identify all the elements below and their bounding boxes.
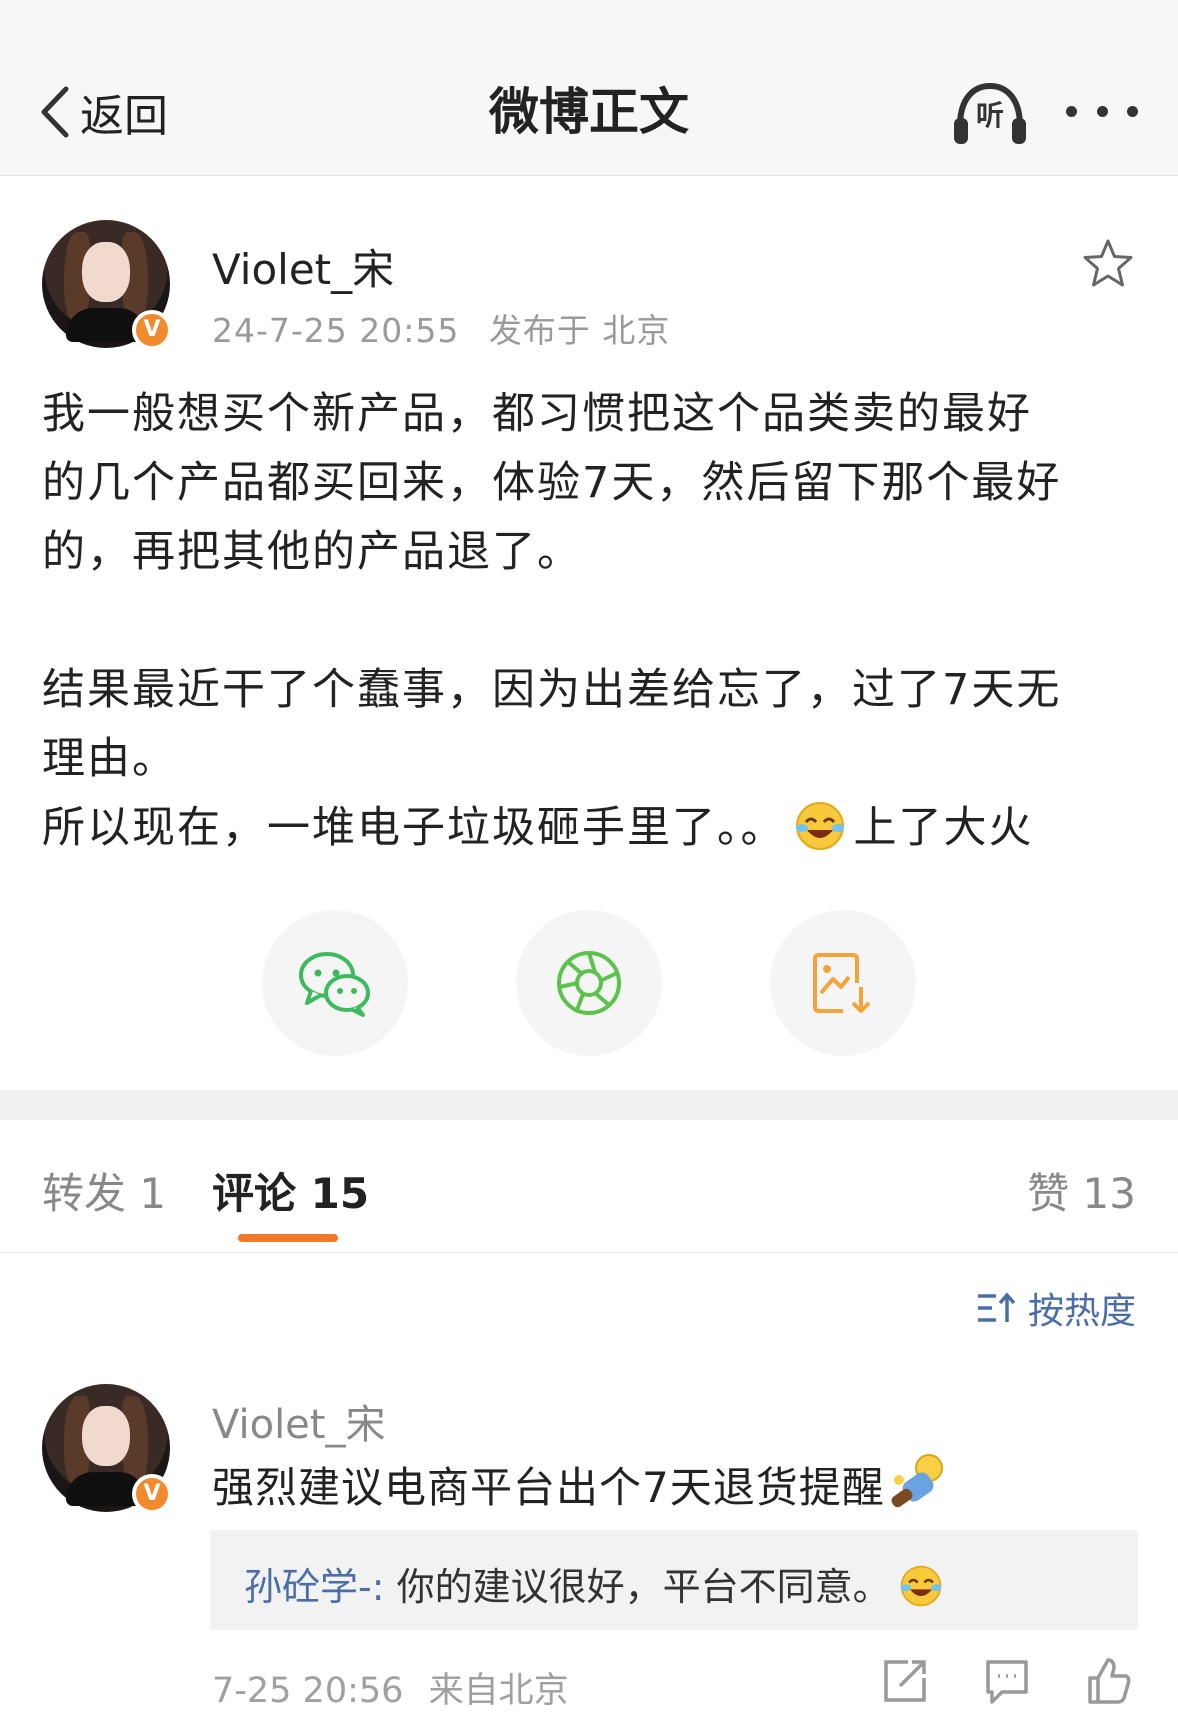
post-meta: 24-7-25 20:55 发布于 北京 (212, 304, 670, 352)
comment-bubble-icon (986, 1660, 1028, 1704)
share-out-icon (884, 1660, 926, 1702)
sort-label: 按热度 (1027, 1291, 1136, 1332)
reply-preview[interactable]: 孙砼学-: 你的建议很好，平台不同意。 (210, 1530, 1138, 1630)
tab-repost[interactable]: 转发 1 (42, 1160, 166, 1221)
comment-author-name[interactable]: Violet_宋 (212, 1392, 385, 1450)
laugh-cry-emoji-icon (900, 1565, 941, 1607)
sort-icon (977, 1292, 1016, 1322)
reply-username[interactable]: 孙砼学-: (244, 1565, 385, 1609)
listen-button[interactable]: 听 (952, 78, 1028, 148)
laugh-cry-emoji-icon (795, 802, 844, 850)
section-divider (0, 1090, 1178, 1120)
comment-meta: 7-25 20:56 来自北京 (212, 1662, 569, 1713)
more-dot-icon (1127, 105, 1138, 117)
share-wechat-button[interactable] (262, 910, 408, 1056)
post-line: 我一般想买个新产品，都习惯把这个品类卖的最好 (42, 389, 1032, 439)
wechat-icon (299, 952, 370, 1017)
post-timestamp: 24-7-25 20:55 (212, 311, 460, 350)
post-line: 的几个产品都买回来，体验7天，然后留下那个最好 (42, 458, 1062, 508)
active-tab-indicator (238, 1234, 338, 1242)
post-author-avatar[interactable]: V (42, 220, 172, 350)
hot-search-text[interactable]: 上了大火 (854, 803, 1034, 853)
comment-like-button[interactable] (1084, 1656, 1134, 1706)
comment-time: 7-25 20:56 (212, 1671, 404, 1711)
reply-line: 孙砼学-: 你的建议很好，平台不同意。 (244, 1556, 943, 1611)
tab-comment[interactable]: 评论 15 (212, 1160, 369, 1221)
post-body: 我一般想买个新产品，都习惯把这个品类卖的最好 的几个产品都买回来，体验7天，然后… (42, 380, 1142, 863)
post-author-name[interactable]: Violet_宋 (212, 236, 394, 297)
post-location: 发布于 北京 (488, 311, 671, 350)
avatar-face (82, 1406, 130, 1466)
comment-author-avatar[interactable]: V (42, 1384, 172, 1514)
comment-source: 来自北京 (428, 1671, 569, 1711)
thumbs-up-icon (1088, 1658, 1131, 1704)
comment-reply-button[interactable] (982, 1656, 1032, 1706)
comment-share-button[interactable] (880, 1656, 930, 1706)
sort-by-hot-button[interactable]: 按热度 (976, 1282, 1136, 1334)
tab-like[interactable]: 赞 13 (1027, 1160, 1136, 1221)
comment-text: 强烈建议电商平台出个7天退货提醒 (212, 1452, 951, 1518)
post-line: 的，再把其他的产品退了。 (42, 527, 582, 577)
save-image-icon (813, 953, 871, 1013)
more-options-button[interactable] (1066, 96, 1138, 126)
more-dot-icon (1066, 105, 1077, 117)
share-moments-button[interactable] (516, 910, 662, 1056)
tab-divider (0, 1252, 1178, 1253)
comment-body: 强烈建议电商平台出个7天退货提醒 (212, 1463, 885, 1512)
doll-emoji-icon (891, 1454, 943, 1508)
favorite-star-icon[interactable] (1082, 238, 1134, 290)
more-dot-icon (1096, 105, 1108, 117)
verified-badge: V (132, 1474, 172, 1514)
post-line: 所以现在，一堆电子垃圾砸手里了。。 (42, 803, 786, 853)
post-line: 理由。 (42, 734, 177, 784)
save-image-button[interactable] (770, 910, 916, 1056)
post-line: 结果最近干了个蠢事，因为出差给忘了，过了7天无 (42, 665, 1062, 715)
avatar-face (82, 242, 130, 302)
top-nav-bar: 返回 微博正文 听 (0, 0, 1178, 176)
verified-badge: V (132, 310, 172, 350)
moments-icon (557, 951, 621, 1015)
reply-text: 你的建议很好，平台不同意。 (384, 1565, 891, 1609)
post-line-last: 所以现在，一堆电子垃圾砸手里了。。 上了大火 (42, 794, 1142, 863)
listen-label: 听 (975, 99, 1004, 132)
